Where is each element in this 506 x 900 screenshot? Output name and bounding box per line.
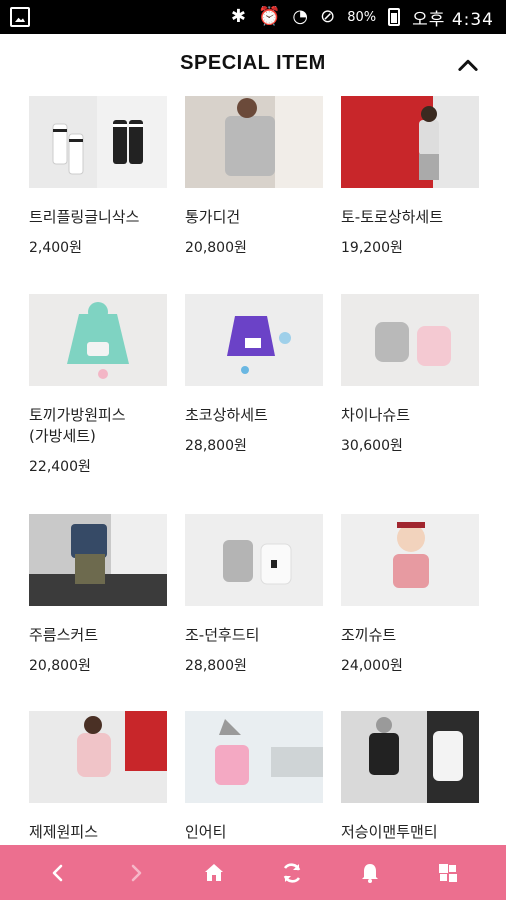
grid-icon[interactable] [423, 845, 473, 900]
product-card[interactable]: 토-토로상하세트 19,200원 [341, 96, 481, 257]
battery-icon [388, 8, 401, 26]
product-image[interactable] [185, 96, 323, 188]
product-price: 19,200원 [341, 240, 403, 256]
product-image[interactable] [185, 294, 323, 386]
product-card[interactable]: 차이나슈트 30,600원 [341, 294, 481, 455]
product-image[interactable] [29, 294, 167, 386]
product-card[interactable]: 트리플링글니삭스 2,400원 [29, 96, 169, 257]
product-name[interactable]: 조끼슈트 [341, 625, 481, 646]
page-title: SPECIAL ITEM [180, 52, 326, 74]
battery-percent: 80% [347, 9, 377, 25]
product-image[interactable] [341, 514, 479, 606]
home-icon[interactable] [189, 845, 239, 900]
product-price: 22,400원 [29, 459, 91, 475]
bluetooth-icon: ✱ [230, 6, 246, 27]
product-image[interactable] [185, 711, 323, 803]
product-image[interactable] [341, 294, 479, 386]
product-price: 24,000원 [341, 658, 403, 674]
product-price: 28,800원 [185, 658, 247, 674]
product-price: 2,400원 [29, 240, 82, 256]
bell-icon[interactable] [345, 845, 395, 900]
product-card[interactable]: 저승이맨투맨티 [341, 711, 481, 852]
product-image[interactable] [29, 514, 167, 606]
product-name[interactable]: 저승이맨투맨티 [341, 822, 481, 843]
product-name[interactable]: 인어티 [185, 822, 325, 843]
product-name[interactable]: 통가디건 [185, 207, 325, 228]
status-bar: ✱ ⏰ ◔ ⊘ 80% 오후 4:34 [0, 0, 506, 34]
product-card[interactable]: 토끼가방원피스 (가방세트) 22,400원 [29, 294, 169, 476]
gallery-icon [10, 7, 30, 27]
back-icon[interactable] [33, 845, 83, 900]
product-name[interactable]: 토끼가방원피스 (가방세트) [29, 405, 169, 447]
product-name[interactable]: 조-던후드티 [185, 625, 325, 646]
alarm-icon: ⏰ [258, 6, 281, 27]
product-image[interactable] [341, 96, 479, 188]
product-card[interactable]: 초코상하세트 28,800원 [185, 294, 325, 455]
product-card[interactable]: 주름스커트 20,800원 [29, 514, 169, 675]
do-not-disturb-icon: ⊘ [320, 6, 336, 27]
product-image[interactable] [29, 711, 167, 803]
product-card[interactable]: 조끼슈트 24,000원 [341, 514, 481, 675]
chevron-up-icon[interactable] [454, 52, 482, 80]
product-image[interactable] [29, 96, 167, 188]
product-name[interactable]: 차이나슈트 [341, 405, 481, 426]
product-image[interactable] [185, 514, 323, 606]
product-card[interactable]: 통가디건 20,800원 [185, 96, 325, 257]
product-name[interactable]: 주름스커트 [29, 625, 169, 646]
bottom-nav [0, 845, 506, 900]
product-card[interactable]: 제제원피스 [29, 711, 169, 852]
product-image[interactable] [341, 711, 479, 803]
product-card[interactable]: 인어티 [185, 711, 325, 852]
product-card[interactable]: 조-던후드티 28,800원 [185, 514, 325, 675]
product-name[interactable]: 제제원피스 [29, 822, 169, 843]
clock: 오후 4:34 [412, 9, 494, 30]
product-price: 28,800원 [185, 438, 247, 454]
product-name[interactable]: 토-토로상하세트 [341, 207, 481, 228]
product-price: 30,600원 [341, 438, 403, 454]
status-icons: ✱ ⏰ ◔ ⊘ 80% 오후 4:34 [231, 0, 494, 34]
product-name[interactable]: 트리플링글니삭스 [29, 207, 169, 228]
forward-icon[interactable] [111, 845, 161, 900]
wifi-icon: ◔ [292, 6, 309, 27]
product-name[interactable]: 초코상하세트 [185, 405, 325, 426]
product-price: 20,800원 [185, 240, 247, 256]
section-header: SPECIAL ITEM [0, 34, 506, 96]
product-price: 20,800원 [29, 658, 91, 674]
refresh-icon[interactable] [267, 845, 317, 900]
